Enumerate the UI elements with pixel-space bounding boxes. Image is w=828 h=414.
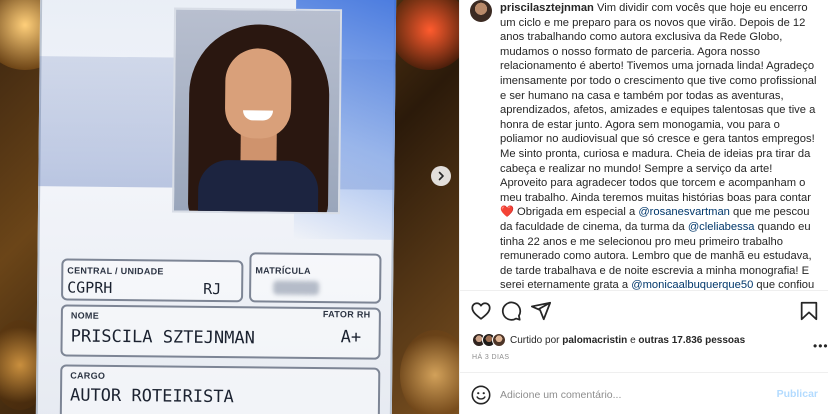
caption-text: priscilasztejnman Vim dividir com vocês …	[500, 1, 818, 290]
username-link[interactable]: priscilasztejnman	[500, 2, 594, 14]
matricula-label: MATRÍCULA	[255, 265, 311, 276]
comment-input[interactable]	[500, 386, 750, 404]
publish-button[interactable]: Publicar	[777, 388, 818, 400]
matricula-blurred-value	[273, 280, 320, 296]
emoji-icon	[471, 385, 491, 405]
caption-part: Vim dividir com vocês que hoje eu encerr…	[500, 2, 817, 204]
heart-emoji: ❤️	[500, 206, 514, 219]
post-media: CENTRAL / UNIDADE CGPRH RJ MATRÍCULA NOM…	[0, 0, 459, 414]
share-button[interactable]	[530, 300, 552, 322]
like-button[interactable]	[470, 300, 492, 322]
state-value: RJ	[203, 279, 222, 299]
id-badge: CENTRAL / UNIDADE CGPRH RJ MATRÍCULA NOM…	[35, 0, 397, 414]
liker-username[interactable]: palomacristin	[562, 335, 627, 346]
carousel-next-button[interactable]	[431, 166, 451, 186]
caption-part: Obrigada em especial a	[513, 206, 639, 219]
avatar[interactable]	[470, 0, 492, 22]
mention-link[interactable]: @monicaalbuquerque50	[631, 279, 753, 290]
likes-text: Curtido por palomacristin e outras 17.83…	[510, 334, 746, 346]
share-icon	[530, 301, 552, 321]
nome-label: NOME	[70, 310, 100, 321]
matricula-box	[249, 252, 382, 304]
likes-summary: Curtido por palomacristin e outras 17.83…	[472, 332, 745, 348]
post-sidebar: priscilasztejnman Vim dividir com vocês …	[459, 0, 828, 414]
divider	[460, 290, 828, 291]
comment-icon	[501, 301, 522, 321]
more-icon[interactable]: •••	[813, 339, 828, 353]
nome-value: PRISCILA SZTEJNMAN	[70, 326, 255, 349]
central-unidade-label: CENTRAL / UNIDADE	[67, 265, 164, 277]
action-bar	[470, 300, 820, 322]
chevron-right-icon	[438, 171, 444, 181]
save-button[interactable]	[798, 300, 820, 322]
comment-button[interactable]	[500, 300, 522, 322]
post-timestamp[interactable]: HÁ 3 DIAS	[472, 354, 509, 361]
fator-rh-value: A+	[340, 327, 362, 348]
cargo-label: CARGO	[70, 370, 106, 381]
fator-rh-label: FATOR RH	[322, 309, 371, 320]
caption-scroll[interactable]: priscilasztejnman Vim dividir com vocês …	[460, 0, 828, 290]
heart-icon	[471, 302, 491, 320]
emoji-button[interactable]	[470, 384, 492, 406]
likes-count[interactable]: outras 17.836 pessoas	[638, 335, 745, 346]
mention-link[interactable]: @cleliabessa	[688, 221, 755, 233]
comment-bar: Publicar	[470, 384, 820, 406]
central-unidade-value: CGPRH	[67, 278, 113, 297]
mention-link[interactable]: @rosanesvartman	[638, 206, 730, 218]
divider	[460, 372, 828, 373]
cargo-value: AUTOR ROTEIRISTA	[69, 385, 234, 408]
badge-photo	[171, 7, 343, 215]
bookmark-icon	[800, 301, 818, 321]
avatar[interactable]	[492, 333, 506, 347]
